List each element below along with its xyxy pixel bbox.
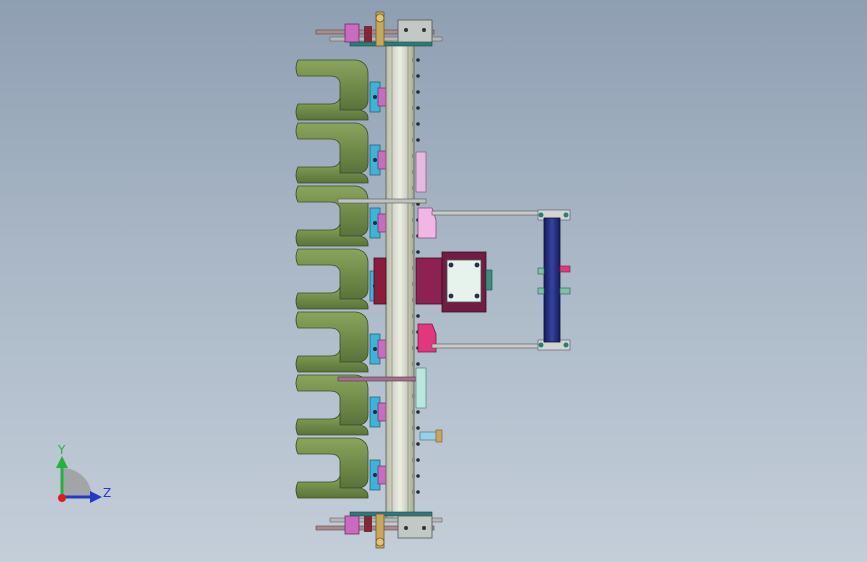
blade-hub xyxy=(377,339,387,359)
shaft-bolt-washer xyxy=(412,154,415,158)
shaft-bolt-washer xyxy=(412,90,415,94)
hub-bolt xyxy=(373,473,377,477)
triad-x-axis-dot xyxy=(58,494,66,502)
blade-upper xyxy=(295,374,369,426)
cad-model-rotary-tiller[interactable] xyxy=(0,0,867,562)
shaft-bolt-washer xyxy=(412,330,415,334)
shaft-bolt-washer xyxy=(412,122,415,126)
shaft-bolt xyxy=(416,250,420,254)
shaft-bolt-washer xyxy=(412,298,415,302)
shaft-bolt xyxy=(416,490,420,494)
main-shaft xyxy=(385,39,415,519)
bottom-end-assembly xyxy=(315,511,443,549)
shaft-bolt xyxy=(416,426,420,430)
shaft-bolt xyxy=(416,314,420,318)
triad-z-label: Z xyxy=(103,486,112,500)
shaft-bolt xyxy=(416,58,420,62)
shaft-bolt-washer xyxy=(412,458,415,462)
shaft-bolt xyxy=(416,74,420,78)
shaft-bolt-washer xyxy=(412,234,415,238)
hub-bolt xyxy=(373,95,377,99)
blade-upper xyxy=(295,437,369,489)
triad-z-arrow xyxy=(90,491,102,503)
shaft-bolt xyxy=(416,442,420,446)
shaft-bolt-washer xyxy=(412,394,415,398)
blade-upper xyxy=(295,59,369,111)
hub-bolt xyxy=(373,410,377,414)
shaft-bolt-washer xyxy=(412,282,415,286)
shaft-bolt xyxy=(416,138,420,142)
shaft-bolt-washer xyxy=(412,266,415,270)
shaft-bolt xyxy=(416,410,420,414)
blade-hub xyxy=(377,150,387,170)
shaft-bolt xyxy=(416,90,420,94)
top-end-assembly xyxy=(315,11,443,47)
graphics-viewport[interactable]: Y Z xyxy=(0,0,867,562)
hub-bolt xyxy=(373,158,377,162)
shaft-bolt xyxy=(416,122,420,126)
shaft-bolt-washer xyxy=(412,426,415,430)
shaft-bolt-washer xyxy=(412,58,415,62)
blade-upper xyxy=(295,185,369,237)
blade-hub xyxy=(377,213,387,233)
triad-quadrant xyxy=(62,468,92,497)
shaft-bolt-washer xyxy=(412,474,415,478)
shaft-bolt-washer xyxy=(412,74,415,78)
shaft-bolt-washer xyxy=(412,250,415,254)
view-triad[interactable] xyxy=(56,456,102,503)
shaft-bolt xyxy=(416,458,420,462)
shaft-bolt-washer xyxy=(412,170,415,174)
shaft-bolt xyxy=(416,106,420,110)
shaft-bolt-washer xyxy=(412,346,415,350)
hub-bolt xyxy=(373,221,377,225)
shaft-bolt-washer xyxy=(412,410,415,414)
blade-hub xyxy=(377,402,387,422)
shaft-bolt-washer xyxy=(412,218,415,222)
hub-bolt xyxy=(373,347,377,351)
shaft-bolt-washer xyxy=(412,186,415,190)
blade-hub xyxy=(377,87,387,107)
shaft-bolt-washer xyxy=(412,106,415,110)
blade-hub xyxy=(377,465,387,485)
triad-y-label: Y xyxy=(58,443,66,457)
shaft-bolt-washer xyxy=(412,490,415,494)
shaft-bolt-washer xyxy=(412,314,415,318)
blade-upper xyxy=(295,122,369,174)
shaft-bolt-washer xyxy=(412,442,415,446)
triad-y-arrow xyxy=(56,456,68,468)
shaft-bolt-washer xyxy=(412,138,415,142)
shaft-bolt-washer xyxy=(412,362,415,366)
blade-upper xyxy=(295,311,369,363)
shaft-bolt xyxy=(416,362,420,366)
blade-upper xyxy=(295,248,369,300)
shaft-bolt xyxy=(416,474,420,478)
tiller-blades xyxy=(295,59,369,499)
